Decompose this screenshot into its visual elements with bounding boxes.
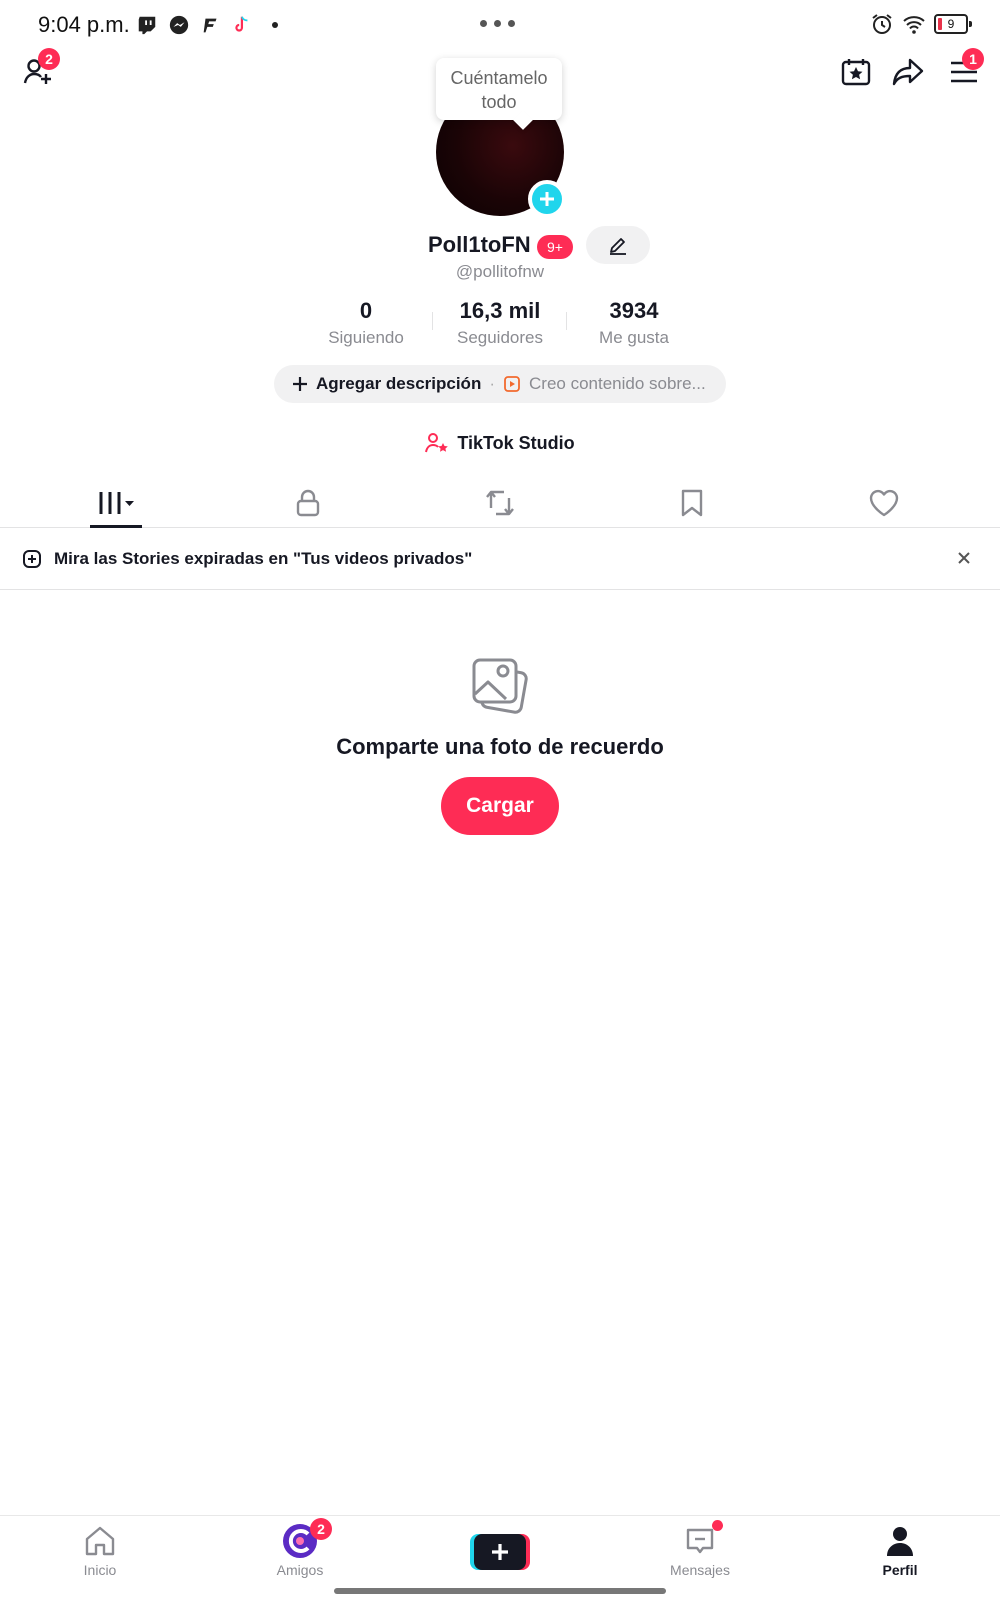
twitch-icon bbox=[138, 16, 156, 35]
nav-home[interactable]: Inicio bbox=[40, 1522, 160, 1592]
add-friends-badge: 2 bbox=[38, 48, 60, 70]
story-plus-icon bbox=[23, 549, 41, 568]
wifi-icon bbox=[903, 16, 925, 34]
inbox-message-icon bbox=[686, 1528, 714, 1554]
description-hint: Creo contenido sobre... bbox=[529, 374, 706, 393]
favorites-calendar-button[interactable] bbox=[836, 54, 876, 90]
lock-icon bbox=[296, 489, 320, 517]
grid-bars-icon bbox=[99, 492, 134, 514]
notification-dot bbox=[272, 22, 278, 28]
play-square-icon bbox=[504, 376, 520, 392]
plus-icon bbox=[540, 192, 554, 206]
nav-friends-label: Amigos bbox=[276, 1562, 324, 1578]
plus-icon bbox=[293, 377, 307, 391]
stories-banner[interactable]: Mira las Stories expiradas en "Tus video… bbox=[0, 528, 1000, 590]
share-profile-button[interactable] bbox=[888, 54, 928, 90]
fortnite-icon bbox=[203, 18, 217, 33]
tiktok-icon bbox=[235, 16, 248, 32]
studio-user-star-icon bbox=[425, 433, 449, 453]
profile-person-icon bbox=[887, 1527, 913, 1556]
bookmark-icon bbox=[681, 489, 703, 517]
banner-text: Mira las Stories expiradas en "Tus video… bbox=[54, 548, 473, 568]
home-indicator[interactable] bbox=[334, 1588, 666, 1594]
nav-home-label: Inicio bbox=[83, 1562, 117, 1578]
messenger-icon bbox=[169, 15, 189, 35]
username: @pollitofnw bbox=[455, 262, 545, 281]
name-badge[interactable]: 9+ bbox=[537, 235, 573, 259]
photo-stack-icon bbox=[472, 658, 528, 714]
tab-private[interactable] bbox=[268, 478, 348, 528]
friends-badge: 2 bbox=[310, 1518, 332, 1540]
following-label: Siguiendo bbox=[328, 328, 404, 347]
pencil-icon bbox=[610, 238, 626, 255]
avatar-tooltip[interactable]: Cuéntamelo todo bbox=[436, 58, 562, 120]
nav-inbox-label: Mensajes bbox=[670, 1562, 730, 1578]
menu-button[interactable]: 1 bbox=[944, 48, 984, 90]
tab-reposts[interactable] bbox=[460, 478, 540, 528]
alarm-icon bbox=[872, 14, 892, 34]
profile-stats: 0 Siguiendo 16,3 mil Seguidores 3934 Me … bbox=[0, 298, 1000, 348]
home-icon bbox=[85, 1526, 115, 1556]
tab-liked[interactable] bbox=[844, 478, 924, 528]
add-story-button[interactable] bbox=[528, 180, 566, 218]
studio-label: TikTok Studio bbox=[457, 432, 575, 453]
edit-profile-button[interactable] bbox=[586, 226, 650, 264]
more-dots-icon[interactable] bbox=[480, 20, 515, 27]
create-plus-icon bbox=[470, 1534, 530, 1570]
create-button[interactable] bbox=[470, 1532, 530, 1572]
following-stat[interactable]: 0 Siguiendo bbox=[296, 298, 436, 348]
profile-tabs bbox=[0, 478, 1000, 528]
nav-friends[interactable]: 2 Amigos bbox=[240, 1518, 360, 1592]
followers-count: 16,3 mil bbox=[459, 298, 541, 323]
close-icon[interactable] bbox=[954, 548, 974, 568]
tab-videos[interactable] bbox=[76, 478, 156, 528]
followers-label: Seguidores bbox=[456, 328, 543, 347]
display-name: Poll1toFN bbox=[428, 232, 531, 257]
upload-button[interactable]: Cargar bbox=[441, 777, 559, 835]
share-icon bbox=[892, 58, 924, 86]
add-friends-button[interactable]: 2 bbox=[18, 48, 60, 90]
likes-stat[interactable]: 3934 Me gusta bbox=[564, 298, 704, 348]
tooltip-text: Cuéntamelo todo bbox=[450, 68, 548, 112]
add-description-button[interactable]: Agregar descripción · Creo contenido sob… bbox=[274, 365, 726, 403]
tiktok-studio-link[interactable]: TikTok Studio bbox=[0, 432, 1000, 454]
menu-badge: 1 bbox=[962, 48, 984, 70]
heart-icon bbox=[869, 489, 899, 517]
empty-state-title: Comparte una foto de recuerdo bbox=[336, 734, 664, 759]
nav-inbox[interactable]: Mensajes bbox=[640, 1520, 760, 1592]
separator-dot: · bbox=[489, 374, 495, 393]
battery-icon: 9 bbox=[934, 14, 972, 34]
status-bar: 9:04 p.m. 9 bbox=[0, 0, 1000, 52]
nav-profile-label: Perfil bbox=[882, 1562, 918, 1578]
tab-favorites[interactable] bbox=[652, 478, 732, 528]
add-description-label: Agregar descripción bbox=[316, 374, 482, 393]
inbox-dot bbox=[712, 1520, 723, 1531]
likes-label: Me gusta bbox=[599, 328, 669, 347]
following-count: 0 bbox=[359, 298, 373, 323]
followers-stat[interactable]: 16,3 mil Seguidores bbox=[430, 298, 570, 348]
repost-icon bbox=[486, 490, 514, 516]
likes-count: 3934 bbox=[609, 298, 659, 323]
status-time: 9:04 p.m. bbox=[38, 12, 130, 37]
calendar-star-icon bbox=[841, 59, 871, 86]
nav-profile[interactable]: Perfil bbox=[840, 1522, 960, 1592]
